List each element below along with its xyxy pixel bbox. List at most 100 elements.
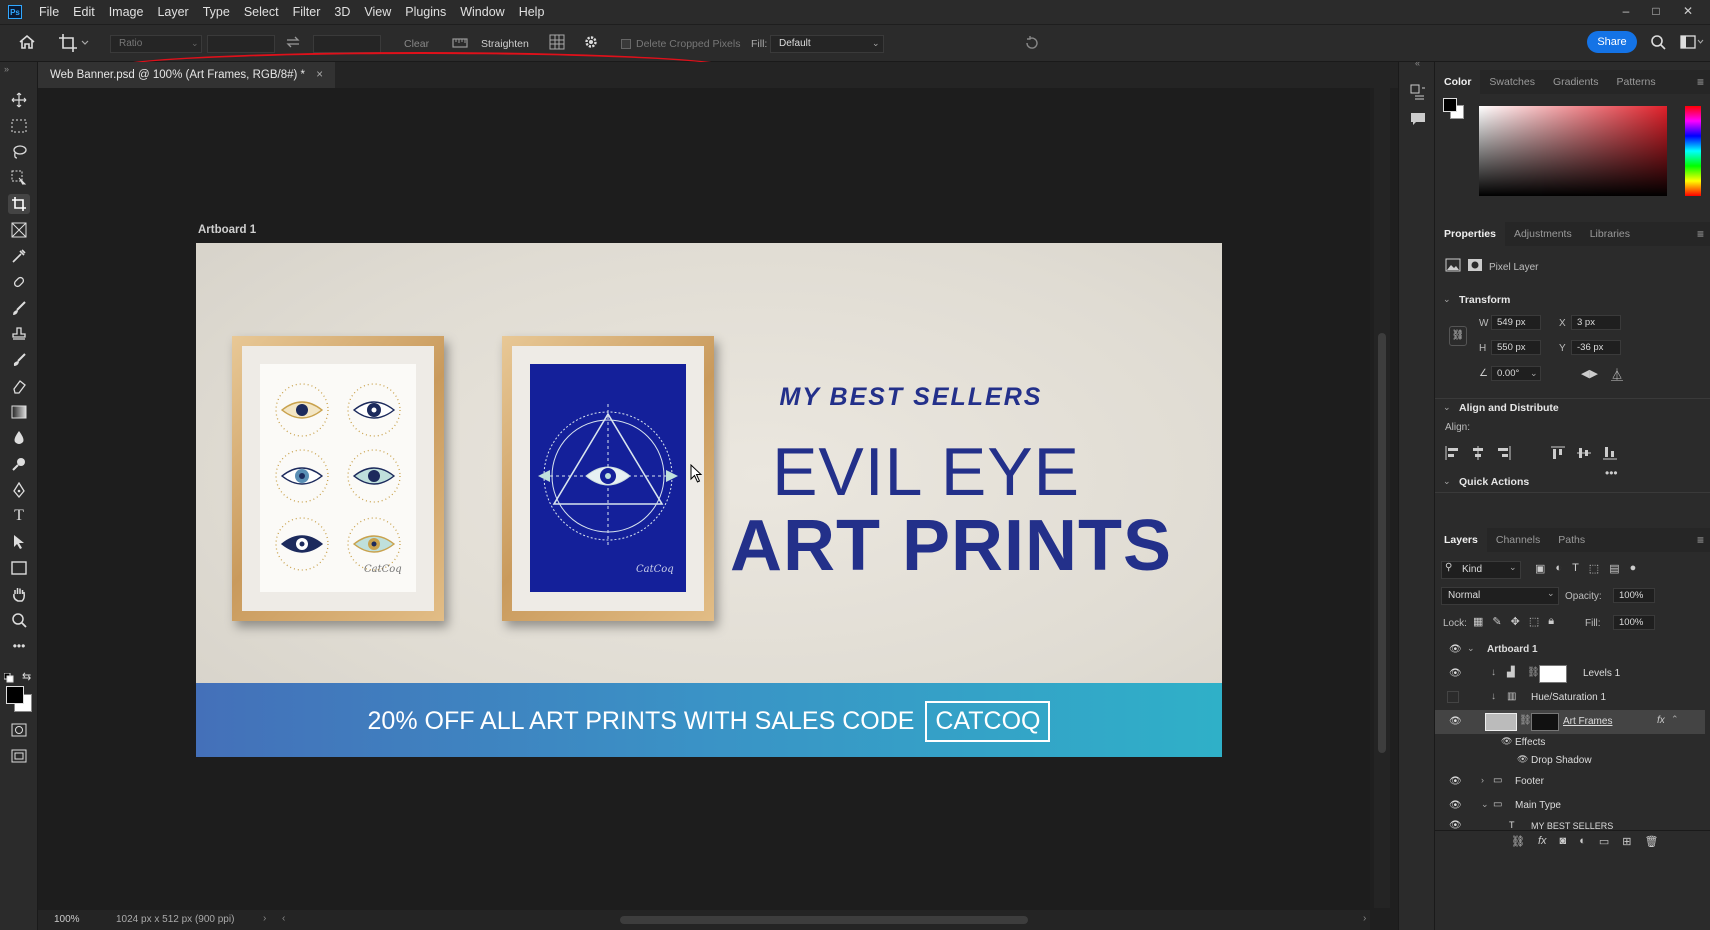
document-info[interactable]: 1024 px x 512 px (900 ppi) [116,914,234,925]
art-frame-left[interactable]: CatCoq [232,336,444,621]
home-icon[interactable] [18,34,36,53]
transform-heading[interactable]: Transform [1459,294,1510,306]
menu-filter[interactable]: Filter [286,0,328,24]
chevron-down-icon[interactable]: ⌄ [1443,402,1451,413]
align-top-icon[interactable] [1551,446,1565,460]
zoom-level[interactable]: 100% [54,914,80,925]
best-sellers-heading[interactable]: MY BEST SELLERS [741,383,1081,412]
clear-button[interactable]: Clear [404,38,429,50]
frame-tool-icon[interactable] [8,220,30,240]
chevron-up-icon[interactable]: ⌃ [1671,714,1679,725]
chevron-down-icon[interactable]: ⌄ [1443,476,1451,487]
scroll-right-icon[interactable]: › [1363,913,1366,924]
vertical-scrollbar[interactable] [1374,88,1390,908]
flip-horizontal-icon[interactable]: ◀▶ [1581,367,1598,380]
gradient-tool-icon[interactable] [8,402,30,422]
menu-file[interactable]: File [32,0,66,24]
ratio-height-input[interactable] [313,35,381,53]
align-center-icon[interactable] [1471,446,1485,460]
width-input[interactable]: 549 px [1491,315,1541,330]
fill-input[interactable]: 100% [1613,615,1655,630]
screen-mode-icon[interactable] [8,746,30,766]
search-icon[interactable] [1650,34,1666,53]
straighten-icon[interactable] [452,36,468,53]
lock-pixels-icon[interactable]: ✎ [1492,615,1501,628]
visibility-eye-icon[interactable]: 👁︎ [1449,668,1462,679]
move-tool-icon[interactable] [8,90,30,110]
layer-row-main-type[interactable]: 👁︎ ⌄ ▭ Main Type [1435,794,1705,818]
eyedropper-tool-icon[interactable] [8,246,30,266]
quick-actions-heading[interactable]: Quick Actions [1459,476,1529,488]
new-adjustment-icon[interactable]: ◐ [1579,835,1586,848]
height-input[interactable]: 550 px [1491,340,1541,355]
chevron-down-icon[interactable]: ⌄ [1467,643,1475,654]
blur-tool-icon[interactable] [8,428,30,448]
layer-row-art-frames-selected[interactable]: 👁︎ ⛓ Art Frames fx ⌃ [1435,710,1705,734]
filter-smart-object-icon[interactable]: ▤ [1609,562,1619,575]
history-brush-tool-icon[interactable] [8,350,30,370]
fg-bg-color-icon[interactable] [1443,98,1464,119]
scroll-left-icon[interactable]: ‹ [282,913,285,924]
maximize-button[interactable]: □ [1642,0,1670,24]
menu-image[interactable]: Image [102,0,151,24]
visibility-eye-icon[interactable]: 👁︎ [1449,716,1462,727]
quick-mask-icon[interactable] [8,720,30,740]
tab-paths[interactable]: Paths [1549,528,1594,552]
horizontal-scrollbar-thumb[interactable] [620,916,1028,924]
zoom-tool-icon[interactable] [8,610,30,630]
menu-3d[interactable]: 3D [327,0,357,24]
panel-menu-icon[interactable]: ≡ [1697,533,1704,547]
minimize-button[interactable]: – [1612,0,1640,24]
filter-pixel-icon[interactable]: ▣ [1535,562,1545,575]
align-left-icon[interactable] [1445,446,1459,460]
ratio-select[interactable]: Ratio [110,35,202,53]
visibility-eye-icon[interactable]: 👁︎ [1517,754,1528,765]
hand-tool-icon[interactable] [8,584,30,604]
close-button[interactable]: ✕ [1674,0,1702,24]
fx-icon[interactable]: fx [1657,715,1665,726]
menu-view[interactable]: View [357,0,398,24]
tab-swatches[interactable]: Swatches [1480,70,1544,94]
visibility-eye-icon[interactable]: 👁︎ [1501,736,1512,747]
reset-icon[interactable] [1024,35,1040,54]
vertical-scrollbar-thumb[interactable] [1378,333,1386,753]
tab-gradients[interactable]: Gradients [1544,70,1608,94]
lasso-tool-icon[interactable] [8,142,30,162]
tab-libraries[interactable]: Libraries [1581,222,1639,246]
delete-cropped-checkbox[interactable] [621,39,631,49]
straighten-button[interactable]: Straighten [481,38,529,50]
filter-shape-icon[interactable]: ⬚ [1589,562,1599,575]
lock-transparency-icon[interactable]: ▦ [1473,615,1483,628]
ratio-width-input[interactable] [207,35,275,53]
layer-row-artboard[interactable]: 👁︎ ⌄ Artboard 1 [1435,638,1705,662]
menu-window[interactable]: Window [453,0,511,24]
visibility-eye-icon[interactable]: 👁︎ [1449,800,1462,811]
swap-icon[interactable] [285,34,301,53]
layer-row-effects[interactable]: 👁︎ Effects [1435,734,1705,752]
visibility-eye-icon[interactable]: 👁︎ [1449,776,1462,787]
hue-slider[interactable] [1685,106,1701,196]
y-input[interactable]: -36 px [1571,340,1621,355]
more-options-icon[interactable]: ••• [1605,466,1618,480]
add-mask-icon[interactable]: ◙ [1560,835,1567,848]
artboard-label[interactable]: Artboard 1 [198,224,256,236]
brush-tool-icon[interactable] [8,298,30,318]
edit-toolbar-icon[interactable]: ••• [8,636,30,656]
filter-type-icon[interactable]: T [1572,562,1579,575]
flip-vertical-icon[interactable]: ⏅ [1611,366,1623,383]
fill-select[interactable]: Default [770,35,884,53]
color-picker-field[interactable] [1479,106,1667,196]
tab-patterns[interactable]: Patterns [1607,70,1664,94]
default-colors-icon[interactable] [3,672,14,686]
path-selection-tool-icon[interactable] [8,532,30,552]
panel-menu-icon[interactable]: ≡ [1697,227,1704,241]
layer-row-hue-saturation[interactable]: ↓ ▥ Hue/Saturation 1 [1435,686,1705,710]
opacity-input[interactable]: 100% [1613,588,1655,603]
history-panel-icon[interactable] [1410,84,1426,103]
chevron-right-icon[interactable]: › [1481,775,1484,785]
new-group-icon[interactable]: ▭ [1599,835,1609,848]
healing-brush-tool-icon[interactable] [8,272,30,292]
align-heading[interactable]: Align and Distribute [1459,402,1559,414]
pen-tool-icon[interactable] [8,480,30,500]
menu-layer[interactable]: Layer [150,0,195,24]
